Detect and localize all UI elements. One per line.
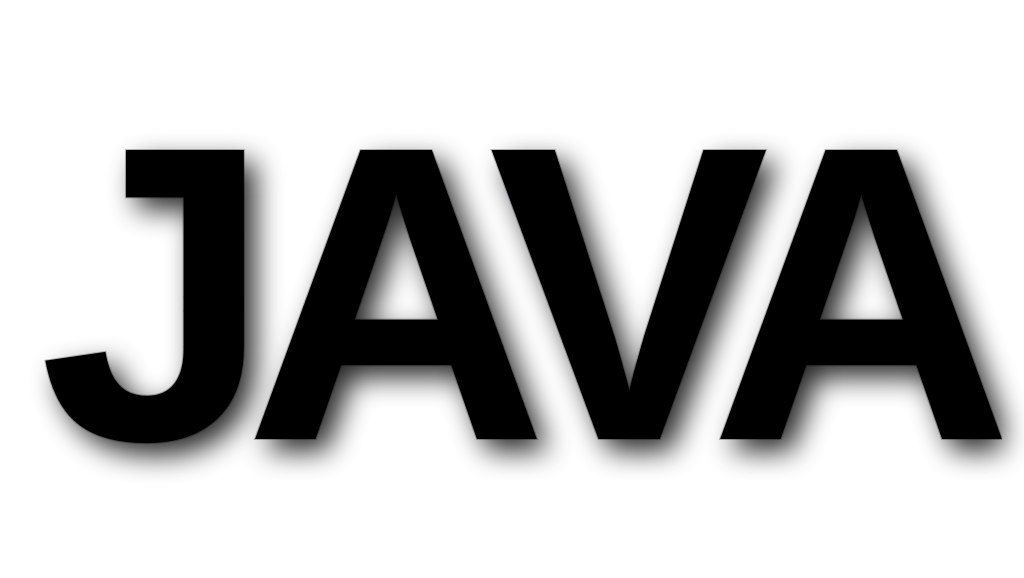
code-token: SyntaxNode [227,437,380,464]
code-token: final [157,473,227,500]
code-token: ; [505,257,519,284]
code-token: s fullN [296,473,393,500]
code-token: E_PACKAGE==ru [171,293,352,320]
code-token: void [32,149,88,176]
code-token: de)ite. [519,221,616,248]
code-token: fin [102,221,144,248]
code-token: ByRule [630,437,713,464]
code-token: getT [533,473,589,500]
code-token: for [32,185,74,212]
code-token: rator();ite. [602,185,769,212]
code-token: thro [519,149,575,176]
code-token: final [157,509,227,536]
code-inside-letters: void co tFile(final yntaxNo n) thro Code… [22,79,1002,499]
code-token: ('.') [616,509,686,536]
code-token: el [115,365,143,392]
code-token: .getCh [282,329,365,356]
code-token: ( [241,149,255,176]
code-token: CodeExcept. [574,149,741,176]
code-token: (Synta [394,221,491,248]
code-token: = fullName. [421,509,574,536]
code-token: if [102,293,130,320]
code-token: * [491,401,505,428]
code-token: c and [393,401,463,428]
code-token: tFile [171,149,241,176]
code-token: ByRule [394,329,477,356]
code-token: _IMPORT [282,365,379,392]
code-token: ack = c [171,329,268,356]
code-token: C [227,473,255,500]
code-token: le = c [282,257,365,284]
code-token: sChars [741,329,824,356]
code-token: ule){ [407,365,477,392]
code-token: or ite=sn.g [171,185,324,212]
code-token: (RULE_REF [477,329,602,356]
code-token: hildren [352,185,449,212]
code-token: { [394,293,422,320]
code-token: yntaxNo [352,149,449,176]
code-token: if [171,365,213,392]
code-token: nsChars [616,473,713,500]
code-token: getRule [394,257,491,284]
java-word-art: JAVA void co tFile(final yntaxNo n) thro… [22,79,1002,499]
code-token: .createI [463,185,574,212]
code-token: n = cn. [421,437,518,464]
code-token: SyntaxNode cn [185,221,366,248]
code-token: getToke [630,329,727,356]
code-token: final [157,437,227,464]
code-token: C [227,509,255,536]
code-token: getChi [519,437,602,464]
code-token: final [254,149,324,176]
code-token: Rule r [171,257,268,284]
code-token: } [102,365,116,392]
code-token: xt(); [630,221,700,248]
code-token: co [102,149,130,176]
code-token: (RUL [213,365,269,392]
code-token: e = ccn. [421,473,532,500]
code-token: (It [74,185,130,212]
code-token: (RULE_IMPO [713,437,852,464]
code-token: /TODO handle st [157,401,366,428]
code-token: s[] par [296,509,393,536]
code-token: it [588,509,616,536]
code-token: fin [102,257,144,284]
code-token: n) [477,149,519,176]
code-token: ( [129,293,143,320]
